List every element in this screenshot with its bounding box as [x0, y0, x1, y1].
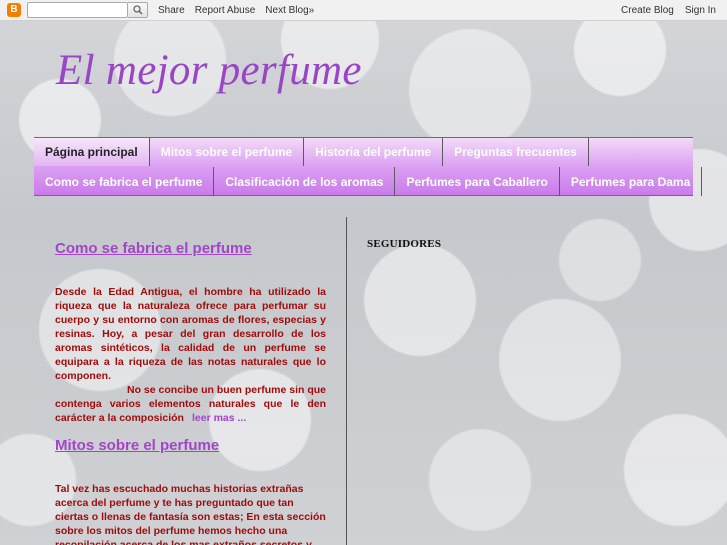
- column-divider: [346, 217, 347, 545]
- post-paragraph: No se concibe un buen perfume sin que co…: [55, 384, 326, 424]
- report-abuse-link[interactable]: Report Abuse: [195, 5, 256, 16]
- read-more-link[interactable]: leer mas ...: [192, 412, 246, 424]
- sign-in-link[interactable]: Sign In: [685, 5, 716, 16]
- blog-title[interactable]: El mejor perfume: [56, 46, 362, 95]
- followers-widget-title: SEGUIDORES: [367, 238, 442, 250]
- tab-perfumes-dama[interactable]: Perfumes para Dama: [560, 167, 703, 196]
- post-body: Tal vez has escuchado muchas historias e…: [55, 483, 326, 545]
- blog-search-input[interactable]: [27, 2, 128, 18]
- tab-preguntas-frecuentes[interactable]: Preguntas frecuentes: [443, 138, 589, 166]
- next-blog-link[interactable]: Next Blog»: [265, 5, 314, 16]
- pages-tabs: Página principal Mitos sobre el perfume …: [34, 137, 703, 196]
- blogger-navbar: B Share Report Abuse Next Blog» Create B…: [0, 0, 727, 21]
- search-icon: [132, 5, 143, 15]
- tab-historia-del-perfume[interactable]: Historia del perfume: [304, 138, 444, 166]
- tab-clasificacion-aromas[interactable]: Clasificación de los aromas: [214, 167, 396, 196]
- tab-pagina-principal[interactable]: Página principal: [34, 138, 150, 166]
- create-blog-link[interactable]: Create Blog: [621, 5, 674, 16]
- share-link[interactable]: Share: [158, 5, 185, 16]
- tab-perfumes-caballero[interactable]: Perfumes para Caballero: [395, 167, 560, 196]
- post-title[interactable]: Como se fabrica el perfume: [55, 240, 326, 257]
- blogger-logo-icon[interactable]: B: [7, 3, 21, 17]
- tab-mitos-sobre-el-perfume[interactable]: Mitos sobre el perfume: [150, 138, 305, 166]
- post-body: Desde la Edad Antigua, el hombre ha util…: [55, 285, 326, 425]
- post-1: Como se fabrica el perfume Desde la Edad…: [55, 240, 326, 425]
- search-button[interactable]: [128, 2, 148, 18]
- post-title[interactable]: Mitos sobre el perfume: [55, 437, 326, 454]
- tab-como-se-fabrica[interactable]: Como se fabrica el perfume: [34, 167, 215, 196]
- post-2: Mitos sobre el perfume Tal vez has escuc…: [55, 437, 326, 545]
- post-paragraph: Desde la Edad Antigua, el hombre ha util…: [55, 286, 326, 382]
